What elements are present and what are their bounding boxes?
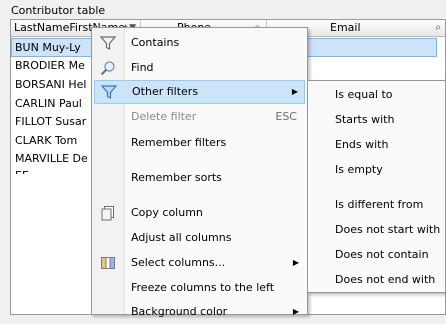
menu-item-remember-filters[interactable]: Remember filters [92, 131, 307, 155]
magnifier-icon [100, 60, 116, 76]
funnel-icon [99, 35, 117, 51]
menu-item-label: Adjust all columns [131, 231, 232, 244]
submenu-item-ends-with[interactable]: Ends with [335, 133, 388, 157]
column-context-menu: Contains Find Other filters ▶ Delete fil… [91, 27, 308, 318]
table-row[interactable]: BORSANI Hel [11, 75, 95, 94]
menu-item-label: Freeze columns to the left [131, 281, 275, 294]
menu-item-other-filters[interactable]: Other filters ▶ [94, 80, 305, 104]
menu-item-copy-column[interactable]: Copy column [92, 201, 307, 225]
submenu-item-does-not-start-with[interactable]: Does not start with [335, 218, 440, 242]
menu-item-delete-filter: Delete filter ESC [92, 105, 307, 129]
submenu-arrow-icon: ▶ [292, 307, 299, 316]
menu-item-label: Find [131, 61, 154, 74]
menu-item-find[interactable]: Find [92, 56, 307, 80]
table-row[interactable]: FILLOT Susar [11, 112, 95, 131]
other-filters-submenu: Is equal to Starts with Ends with Is emp… [307, 80, 446, 293]
table-caption: Contributor table [11, 4, 106, 17]
copy-icon [100, 205, 116, 221]
menu-item-label: Background color [131, 305, 228, 318]
submenu-item-is-empty[interactable]: Is empty [335, 158, 383, 182]
table-row[interactable]: CARLIN Paul [11, 94, 95, 113]
menu-item-adjust-all-columns[interactable]: Adjust all columns [92, 226, 307, 250]
menu-item-label: Other filters [132, 85, 199, 98]
submenu-item-starts-with[interactable]: Starts with [335, 108, 394, 132]
columns-icon [100, 255, 116, 271]
menu-item-label: Select columns... [131, 256, 226, 269]
search-icon[interactable]: ⌕ [435, 20, 441, 36]
menu-item-background-color[interactable]: Background color ▶ [92, 300, 307, 324]
submenu-item-does-not-end-with[interactable]: Does not end with [335, 268, 435, 292]
submenu-arrow-icon: ▶ [292, 258, 299, 267]
menu-item-freeze-columns[interactable]: Freeze columns to the left [92, 276, 307, 300]
menu-item-label: Contains [131, 36, 180, 49]
table-row[interactable]: BRODIER Me [11, 56, 95, 75]
submenu-arrow-icon: ▶ [291, 87, 298, 96]
submenu-item-is-different-from[interactable]: Is different from [335, 193, 423, 217]
menu-item-remember-sorts[interactable]: Remember sorts [92, 166, 307, 190]
menu-item-label: Delete filter [131, 110, 197, 123]
menu-item-label: Remember filters [131, 136, 227, 149]
menu-item-label: Remember sorts [131, 171, 222, 184]
menu-item-select-columns[interactable]: Select columns... ▶ [92, 251, 307, 275]
shortcut-label: ESC [275, 110, 297, 123]
table-row[interactable]: EE [11, 166, 95, 174]
menu-item-label: Copy column [131, 206, 203, 219]
funnel-icon [100, 84, 118, 100]
table-row[interactable]: CLARK Tom [11, 131, 95, 150]
submenu-item-does-not-contain[interactable]: Does not contain [335, 243, 429, 267]
menu-item-contains[interactable]: Contains [92, 31, 307, 55]
submenu-item-is-equal-to[interactable]: Is equal to [335, 83, 393, 107]
